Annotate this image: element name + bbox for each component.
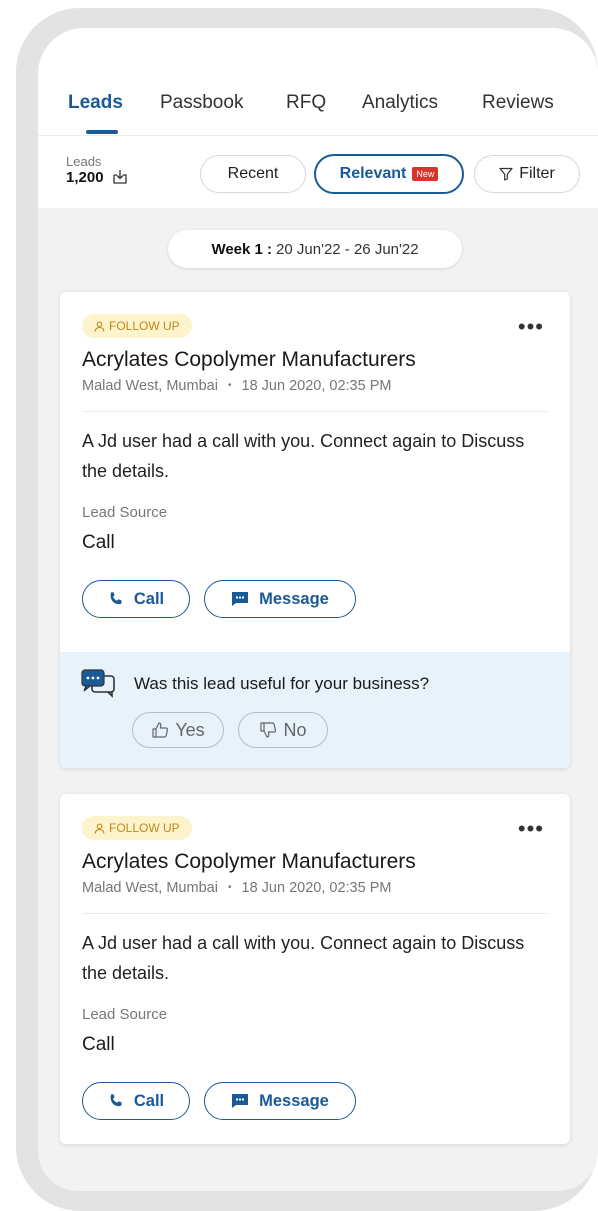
thumbs-up-icon xyxy=(152,722,169,738)
week-range: 20 Jun'22 - 26 Jun'22 xyxy=(276,240,419,258)
phone-icon xyxy=(110,592,122,605)
leads-count: Leads 1,200 xyxy=(66,154,128,190)
lead-source-value: Call xyxy=(82,1034,115,1055)
yes-label: Yes xyxy=(175,719,205,740)
more-options-icon[interactable]: ••• xyxy=(518,316,544,338)
lead-timestamp: 18 Jun 2020, 02:35 PM xyxy=(241,378,392,394)
new-badge: New xyxy=(412,167,439,181)
recent-label: Recent xyxy=(227,165,279,182)
feedback-question: Was this lead useful for your business? xyxy=(134,674,430,693)
filter-icon xyxy=(499,167,513,181)
week-range-pill: Week 1 : 20 Jun'22 - 26 Jun'22 xyxy=(168,230,462,268)
lead-timestamp: 18 Jun 2020, 02:35 PM xyxy=(241,880,392,896)
no-label: No xyxy=(283,719,307,740)
lead-description: A Jd user had a call with you. Connect a… xyxy=(82,933,525,983)
recent-filter-button[interactable]: Recent xyxy=(200,155,306,193)
tab-bar: Leads Passbook RFQ Analytics Reviews xyxy=(38,92,598,136)
person-icon xyxy=(94,321,105,332)
call-button[interactable]: Call xyxy=(82,580,190,618)
app-screen: Leads Passbook RFQ Analytics Reviews Lea… xyxy=(38,28,598,1191)
lead-source-label: Lead Source xyxy=(82,504,168,521)
feedback-section: Was this lead useful for your business? … xyxy=(60,652,570,768)
more-options-icon[interactable]: ••• xyxy=(518,818,544,840)
tab-reviews[interactable]: Reviews xyxy=(482,92,554,114)
message-label: Message xyxy=(259,589,329,608)
filter-button[interactable]: Filter xyxy=(474,155,580,193)
tab-analytics[interactable]: Analytics xyxy=(362,92,438,114)
call-label: Call xyxy=(133,589,165,608)
lead-location: Malad West, Mumbai xyxy=(82,378,218,394)
message-icon xyxy=(232,1094,249,1108)
lead-title: Acrylates Copolymer Manufacturers xyxy=(82,850,416,873)
meta-separator: • xyxy=(227,380,232,391)
filter-label: Filter xyxy=(519,165,555,182)
follow-up-label: FOLLOW UP xyxy=(109,821,180,835)
lead-description: A Jd user had a call with you. Connect a… xyxy=(82,431,525,481)
download-icon[interactable] xyxy=(112,169,128,190)
chat-bubble-icon xyxy=(80,668,118,703)
lead-meta: Malad West, Mumbai • 18 Jun 2020, 02:35 … xyxy=(82,880,391,896)
follow-up-badge: FOLLOW UP xyxy=(82,314,192,338)
follow-up-label: FOLLOW UP xyxy=(109,319,180,333)
phone-icon xyxy=(110,1094,122,1107)
lead-source-label: Lead Source xyxy=(82,1006,168,1023)
message-button[interactable]: Message xyxy=(204,580,356,618)
week-prefix: Week 1 : xyxy=(211,240,273,258)
person-icon xyxy=(94,823,105,834)
meta-separator: • xyxy=(227,882,232,893)
lead-card: FOLLOW UP ••• Acrylates Copolymer Manufa… xyxy=(60,292,570,768)
top-bar: Leads Passbook RFQ Analytics Reviews Lea… xyxy=(38,28,598,208)
lead-meta: Malad West, Mumbai • 18 Jun 2020, 02:35 … xyxy=(82,378,391,394)
lead-title: Acrylates Copolymer Manufacturers xyxy=(82,348,416,371)
lead-card: FOLLOW UP ••• Acrylates Copolymer Manufa… xyxy=(60,794,570,1144)
card-divider xyxy=(82,913,548,914)
leads-count-label: Leads xyxy=(66,154,102,169)
active-tab-indicator xyxy=(86,130,118,134)
relevant-filter-button[interactable]: Relevant New xyxy=(314,154,464,194)
call-button[interactable]: Call xyxy=(82,1082,190,1120)
tab-rfq[interactable]: RFQ xyxy=(286,92,326,114)
message-button[interactable]: Message xyxy=(204,1082,356,1120)
thumbs-down-icon xyxy=(260,722,277,738)
tab-passbook[interactable]: Passbook xyxy=(160,92,243,114)
message-label: Message xyxy=(259,1091,329,1110)
feedback-yes-button[interactable]: Yes xyxy=(132,712,224,748)
leads-count-value: 1,200 xyxy=(66,169,104,186)
card-divider xyxy=(82,411,548,412)
feedback-no-button[interactable]: No xyxy=(238,712,328,748)
lead-source-value: Call xyxy=(82,532,115,553)
lead-location: Malad West, Mumbai xyxy=(82,880,218,896)
relevant-label: Relevant xyxy=(339,165,407,182)
call-label: Call xyxy=(133,1091,165,1110)
message-icon xyxy=(232,592,249,606)
follow-up-badge: FOLLOW UP xyxy=(82,816,192,840)
tab-leads[interactable]: Leads xyxy=(68,92,123,114)
